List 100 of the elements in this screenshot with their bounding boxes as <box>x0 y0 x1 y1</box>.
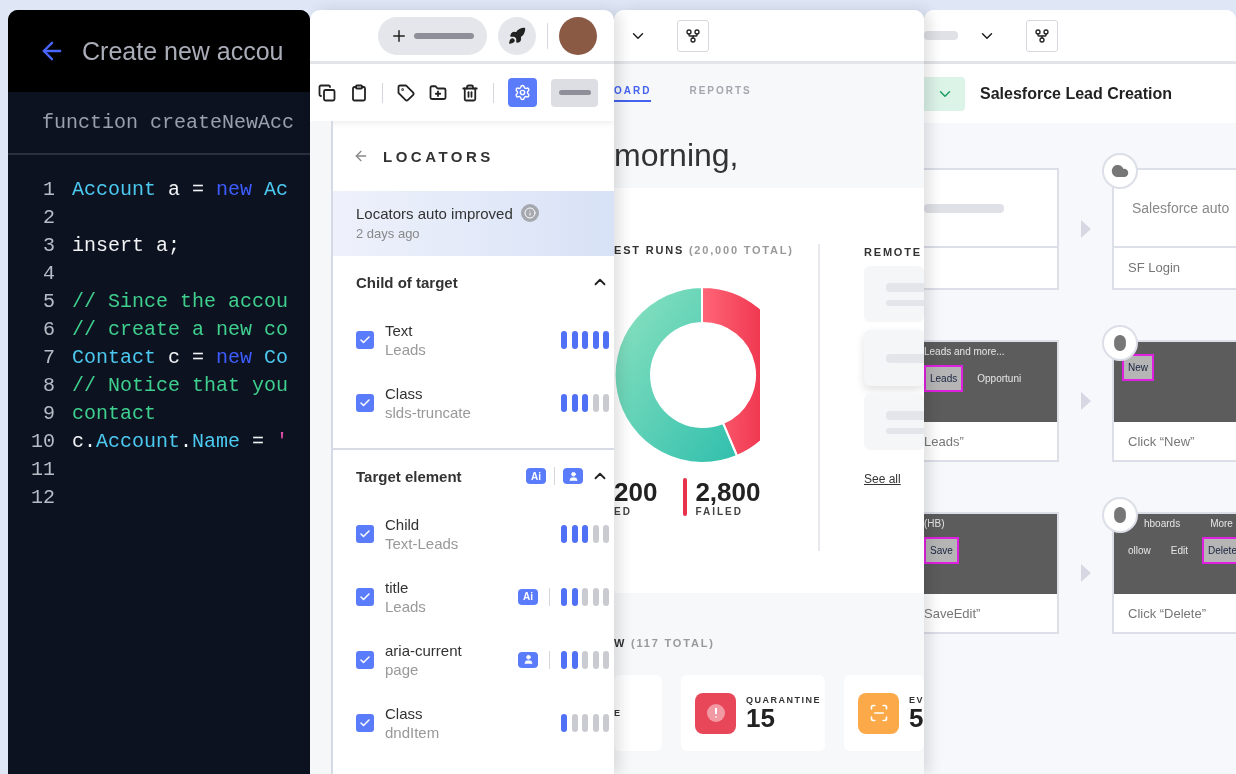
line-number: 10 <box>30 429 56 453</box>
toolbar-pill-button[interactable] <box>551 78 598 107</box>
status-card[interactable]: E <box>614 675 662 751</box>
stat-value: 2,800 <box>695 478 761 506</box>
panel-title: LOCATORS <box>383 147 494 165</box>
step-label: Click “New” <box>1127 434 1196 449</box>
thumbnail-text: hboards <box>1144 518 1181 529</box>
branch-button[interactable] <box>677 19 709 52</box>
line-number: 1 <box>42 177 56 201</box>
line-number: 12 <box>30 485 56 509</box>
locator-value: slds-truncate <box>385 403 472 421</box>
code-line: Account a = new Ac <box>72 177 289 201</box>
stat-value: 200 <box>614 478 658 506</box>
code-line: c.Account.Name = ' <box>72 429 289 453</box>
line-number: 4 <box>42 261 56 285</box>
thumbnail-text: More <box>1210 518 1233 529</box>
card-value: 15 <box>746 705 775 731</box>
mouse-icon <box>1102 497 1138 533</box>
settings-icon[interactable] <box>514 84 531 101</box>
scan-icon <box>858 692 899 734</box>
step-card[interactable]: New Click “New” <box>1112 340 1236 462</box>
see-all-link[interactable]: See all <box>864 472 924 486</box>
add-button[interactable] <box>378 16 487 55</box>
mouse-icon <box>1102 325 1138 361</box>
step-label: SF Login <box>1127 260 1182 275</box>
thumbnail-text: Edit <box>1169 544 1190 558</box>
trash-icon[interactable] <box>461 83 479 102</box>
step-card[interactable]: hboards More ollow Edit Delete Click “Delete” <box>1112 512 1236 634</box>
code-line: Contact c = new Co <box>72 345 289 369</box>
line-number: 11 <box>30 457 56 481</box>
greeting-heading: morning, <box>614 123 924 188</box>
thumbnail-text: Leads and more... <box>924 346 1005 357</box>
line-number: 9 <box>42 401 56 425</box>
stat-divider-bar <box>683 478 688 516</box>
code-line: // create a new co <box>72 317 289 341</box>
line-number: 3 <box>42 233 56 257</box>
highlighted-button: Leads <box>924 365 964 392</box>
cloud-icon <box>1102 153 1138 189</box>
tag-icon[interactable] <box>397 83 415 102</box>
runs-heading: EST RUNS (20,000 TOTAL) <box>614 244 795 256</box>
thumbnail-text: Opportuni <box>976 372 1023 386</box>
branch-button[interactable] <box>1026 19 1058 52</box>
section-title: Child of target <box>356 273 459 291</box>
banner-title: Locators auto improved <box>356 204 513 222</box>
flow-arrow-icon <box>1080 392 1091 410</box>
card-label: EV <box>909 695 924 705</box>
line-number: 8 <box>42 373 56 397</box>
branch-icon[interactable] <box>685 27 701 44</box>
locator-value: Leads <box>385 597 427 615</box>
step-card[interactable]: (HB) Save SaveEdit” <box>924 512 1059 634</box>
highlighted-button: New <box>1122 354 1154 381</box>
locator-value: Text-Leads <box>385 534 460 552</box>
flow-arrow-icon <box>1080 564 1091 582</box>
ai-badge: Ai <box>518 588 538 605</box>
rocket-button[interactable] <box>498 16 536 55</box>
locator-name: Class <box>385 704 424 722</box>
code-line: contact <box>72 401 156 425</box>
status-card[interactable]: EV 5 <box>844 675 924 751</box>
step-label: SaveEdit” <box>924 606 982 621</box>
user-badge-icon <box>518 651 538 668</box>
user-badge-icon <box>563 468 583 484</box>
alert-icon <box>695 692 736 734</box>
settings-button[interactable] <box>508 78 537 107</box>
step-card[interactable]: Leads and more... Leads Opportuni Leads” <box>924 340 1059 462</box>
overview-heading: W (117 TOTAL) <box>614 637 715 649</box>
status-card[interactable]: QUARANTINE 15 <box>681 675 825 751</box>
step-card[interactable]: Salesforce auto SF Login <box>1112 168 1236 290</box>
stat-label: ED <box>614 506 633 517</box>
card-label: E <box>614 708 622 718</box>
section-title: Target element <box>356 467 463 485</box>
rocket-icon[interactable] <box>508 26 526 45</box>
clipboard-icon[interactable] <box>350 83 368 102</box>
locator-name: Text <box>385 321 414 339</box>
back-arrow-icon[interactable] <box>353 148 369 164</box>
step-description: Salesforce auto <box>1132 200 1230 216</box>
function-signature: function createNewAcc <box>42 111 295 134</box>
flow-arrow-icon <box>1080 220 1091 238</box>
locator-value: page <box>385 660 420 678</box>
card-label: QUARANTINE <box>746 695 821 705</box>
locator-value: Leads <box>385 340 427 358</box>
stat-label: FAILED <box>695 506 744 517</box>
line-number: 5 <box>42 289 56 313</box>
locator-name: Child <box>385 515 421 533</box>
locator-name: Class <box>385 384 424 402</box>
highlighted-button: Save <box>924 537 959 564</box>
branch-icon[interactable] <box>1034 27 1050 44</box>
code-line: // Notice that you <box>72 373 289 397</box>
copy-icon[interactable] <box>318 83 336 102</box>
locator-name: aria-current <box>385 641 463 659</box>
remote-heading: REMOTE <box>864 246 923 258</box>
code-line: insert a; <box>72 233 181 257</box>
window-title: Create new accou <box>82 36 284 66</box>
line-number: 2 <box>42 205 56 229</box>
code-line: // Since the accou <box>72 289 289 313</box>
step-label: Leads” <box>924 434 965 449</box>
card-value: 5 <box>909 705 924 731</box>
user-avatar[interactable] <box>559 16 597 55</box>
banner-time: 2 days ago <box>356 226 421 241</box>
folder-plus-icon[interactable] <box>429 83 447 102</box>
locator-name: title <box>385 578 410 596</box>
